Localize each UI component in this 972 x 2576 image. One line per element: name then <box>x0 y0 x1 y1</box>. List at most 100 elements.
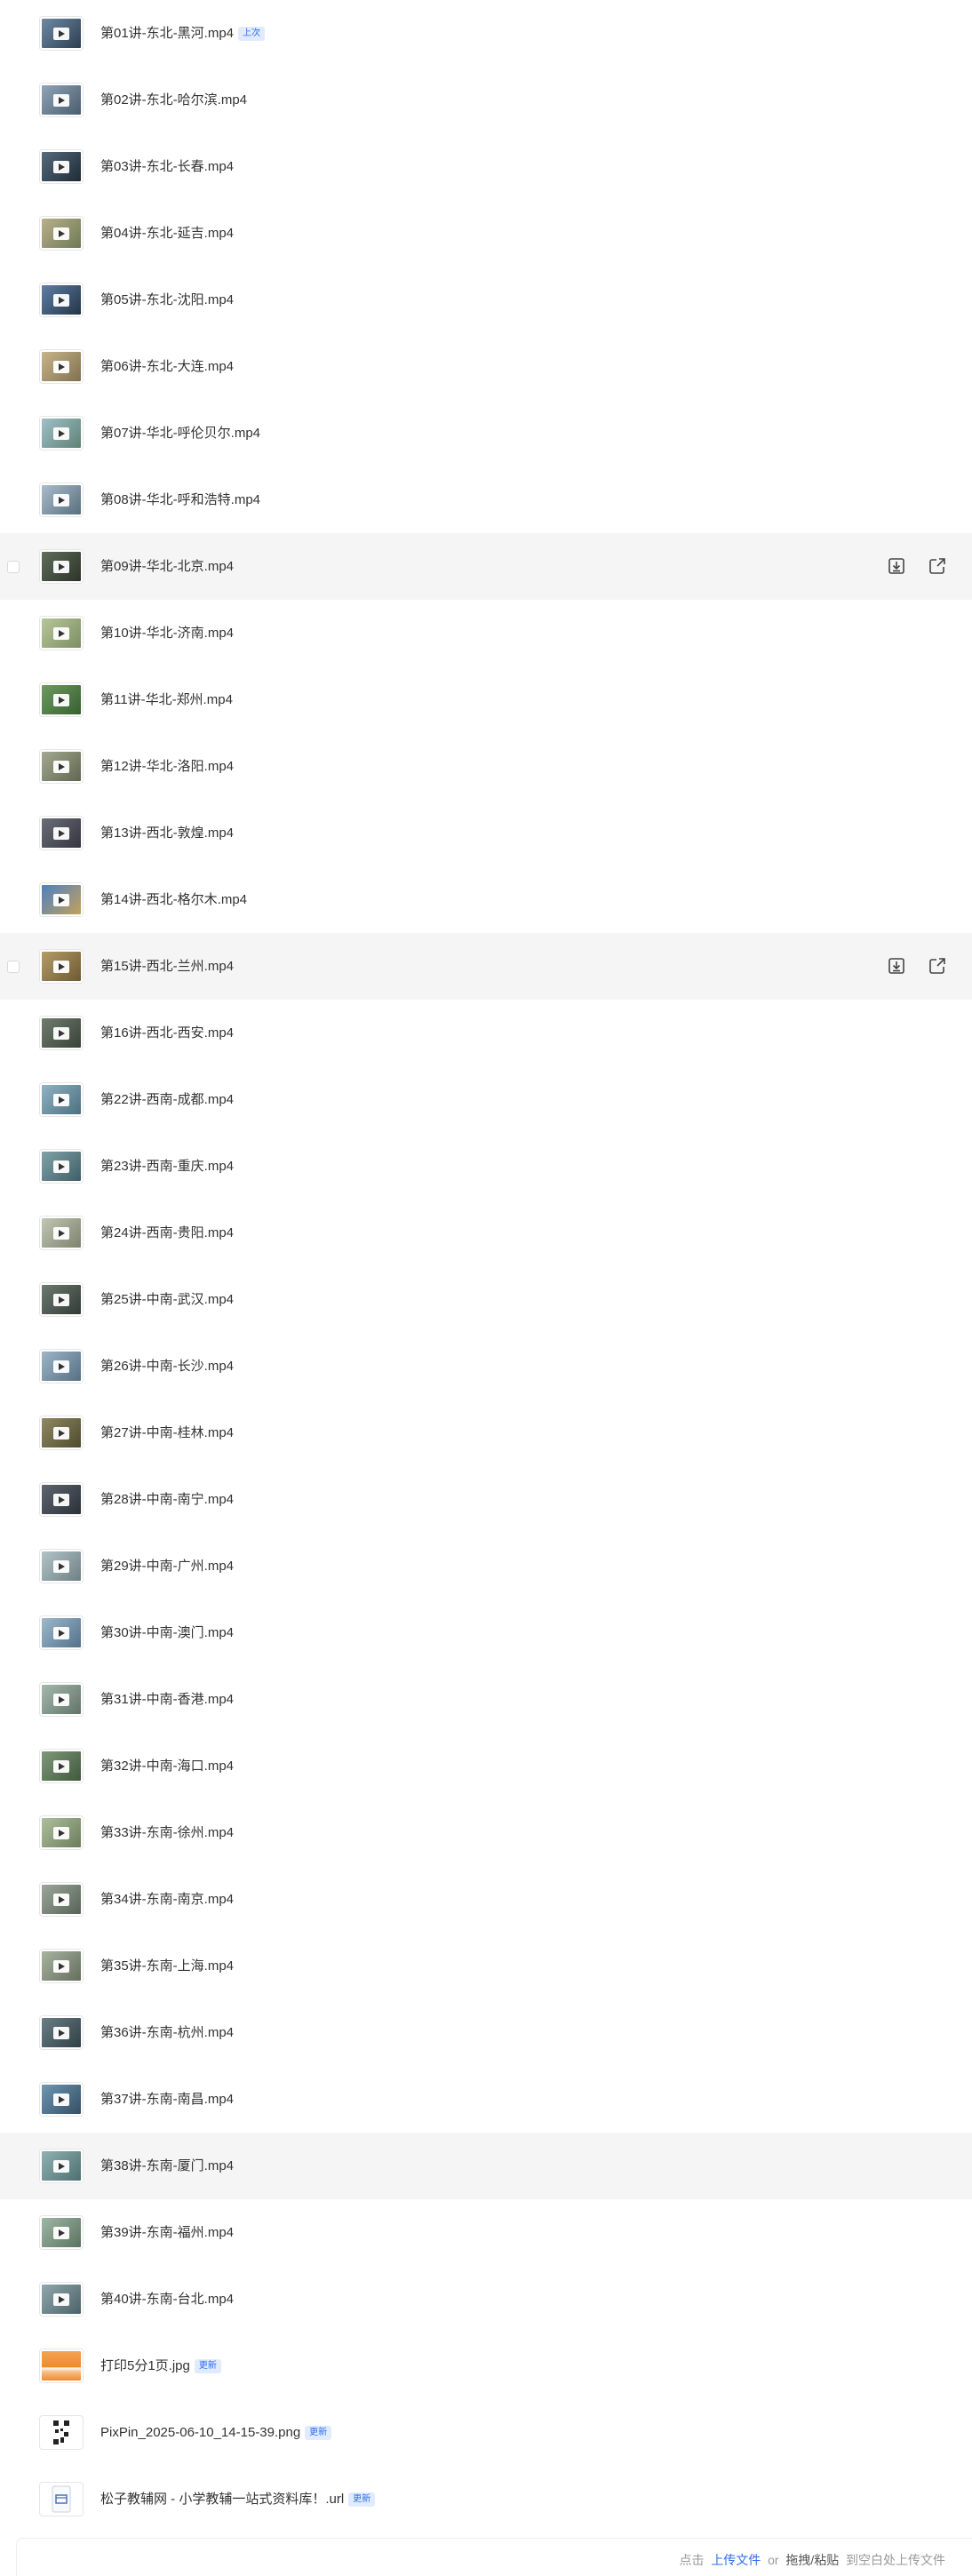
file-row[interactable]: 松子教辅网 - 小学教辅一站式资料库！.url 更新 <box>0 2466 972 2532</box>
file-name-text[interactable]: 第14讲-西北-格尔木.mp4 <box>100 892 247 907</box>
file-row[interactable]: 第15讲-西北-兰州.mp4 <box>0 933 972 1000</box>
file-name[interactable]: 第39讲-东南-福州.mp4 <box>100 2224 234 2241</box>
file-row[interactable]: 第32讲-中南-海口.mp4 <box>0 1733 972 1799</box>
file-name-text[interactable]: 第10讲-华北-济南.mp4 <box>100 626 234 641</box>
file-name[interactable]: 打印5分1页.jpg 更新 <box>100 2357 221 2374</box>
file-row[interactable]: 第10讲-华北-济南.mp4 <box>0 600 972 666</box>
file-row[interactable]: 第22讲-西南-成都.mp4 <box>0 1066 972 1133</box>
file-name[interactable]: 第02讲-东北-哈尔滨.mp4 <box>100 92 247 108</box>
file-name[interactable]: 第35讲-东南-上海.mp4 <box>100 1958 234 1974</box>
file-name-text[interactable]: 第36讲-东南-杭州.mp4 <box>100 2025 234 2040</box>
file-name[interactable]: 第31讲-中南-香港.mp4 <box>100 1691 234 1708</box>
file-row[interactable]: 第25讲-中南-武汉.mp4 <box>0 1266 972 1333</box>
file-name-text[interactable]: 第27讲-中南-桂林.mp4 <box>100 1425 234 1440</box>
file-row[interactable]: 第37讲-东南-南昌.mp4 <box>0 2066 972 2133</box>
file-row[interactable]: 第11讲-华北-郑州.mp4 <box>0 666 972 733</box>
row-checkbox[interactable] <box>7 961 20 973</box>
file-row[interactable]: 第03讲-东北-长春.mp4 <box>0 133 972 200</box>
file-name-text[interactable]: 第32讲-中南-海口.mp4 <box>100 1759 234 1774</box>
file-name-text[interactable]: 第07讲-华北-呼伦贝尔.mp4 <box>100 426 260 441</box>
file-name-text[interactable]: 第03讲-东北-长春.mp4 <box>100 159 234 174</box>
file-name[interactable]: 松子教辅网 - 小学教辅一站式资料库！.url 更新 <box>100 2491 376 2508</box>
share-icon[interactable] <box>928 556 947 576</box>
file-name[interactable]: 第26讲-中南-长沙.mp4 <box>100 1358 234 1375</box>
file-row[interactable]: 第39讲-东南-福州.mp4 <box>0 2199 972 2266</box>
share-icon[interactable] <box>928 956 947 976</box>
row-checkbox[interactable] <box>7 561 20 573</box>
file-name[interactable]: 第32讲-中南-海口.mp4 <box>100 1758 234 1774</box>
file-name-text[interactable]: 第35讲-东南-上海.mp4 <box>100 1958 234 1974</box>
file-name-text[interactable]: 第37讲-东南-南昌.mp4 <box>100 2092 234 2107</box>
file-name[interactable]: PixPin_2025-06-10_14-15-39.png 更新 <box>100 2424 332 2441</box>
file-name[interactable]: 第24讲-西南-贵阳.mp4 <box>100 1224 234 1241</box>
file-name[interactable]: 第27讲-中南-桂林.mp4 <box>100 1424 234 1441</box>
file-name-text[interactable]: 第25讲-中南-武汉.mp4 <box>100 1292 234 1307</box>
file-name-text[interactable]: 第04讲-东北-延吉.mp4 <box>100 226 234 241</box>
file-name[interactable]: 第30讲-中南-澳门.mp4 <box>100 1624 234 1641</box>
file-name-text[interactable]: PixPin_2025-06-10_14-15-39.png <box>100 2425 300 2440</box>
file-row[interactable]: 第07讲-华北-呼伦贝尔.mp4 <box>0 400 972 467</box>
file-name-text[interactable]: 第01讲-东北-黑河.mp4 <box>100 26 234 41</box>
file-row[interactable]: 第24讲-西南-贵阳.mp4 <box>0 1200 972 1266</box>
file-row[interactable]: 第40讲-东南-台北.mp4 <box>0 2266 972 2333</box>
file-name[interactable]: 第25讲-中南-武汉.mp4 <box>100 1291 234 1308</box>
file-name-text[interactable]: 第12讲-华北-洛阳.mp4 <box>100 759 234 774</box>
file-name[interactable]: 第11讲-华北-郑州.mp4 <box>100 691 233 708</box>
file-name[interactable]: 第03讲-东北-长春.mp4 <box>100 158 234 175</box>
upload-file-link[interactable]: 上传文件 <box>711 2553 761 2567</box>
file-name-text[interactable]: 第11讲-华北-郑州.mp4 <box>100 692 233 707</box>
file-name-text[interactable]: 第26讲-中南-长沙.mp4 <box>100 1359 234 1374</box>
file-name[interactable]: 第36讲-东南-杭州.mp4 <box>100 2024 234 2041</box>
file-name-text[interactable]: 第23讲-西南-重庆.mp4 <box>100 1159 234 1174</box>
file-name-text[interactable]: 第08讲-华北-呼和浩特.mp4 <box>100 492 260 507</box>
upload-bar[interactable]: 点击 上传文件 or 拖拽/粘贴 到空白处上传文件 <box>16 2538 972 2576</box>
file-row[interactable]: 第05讲-东北-沈阳.mp4 <box>0 267 972 333</box>
file-name-text[interactable]: 第33讲-东南-徐州.mp4 <box>100 1825 234 1840</box>
file-name-text[interactable]: 第15讲-西北-兰州.mp4 <box>100 959 234 974</box>
file-row[interactable]: 第13讲-西北-敦煌.mp4 <box>0 800 972 866</box>
file-name[interactable]: 第12讲-华北-洛阳.mp4 <box>100 758 234 775</box>
file-name[interactable]: 第01讲-东北-黑河.mp4 上次 <box>100 25 266 42</box>
file-row[interactable]: 第09讲-华北-北京.mp4 <box>0 533 972 600</box>
file-name[interactable]: 第07讲-华北-呼伦贝尔.mp4 <box>100 425 260 442</box>
file-row[interactable]: 第01讲-东北-黑河.mp4 上次 <box>0 0 972 67</box>
file-row[interactable]: 第35讲-东南-上海.mp4 <box>0 1933 972 1999</box>
file-row[interactable]: 第08讲-华北-呼和浩特.mp4 <box>0 467 972 533</box>
file-name-text[interactable]: 第31讲-中南-香港.mp4 <box>100 1692 234 1707</box>
file-name[interactable]: 第08讲-华北-呼和浩特.mp4 <box>100 491 260 508</box>
file-name[interactable]: 第05讲-东北-沈阳.mp4 <box>100 291 234 308</box>
file-row[interactable]: 第34讲-东南-南京.mp4 <box>0 1866 972 1933</box>
file-name-text[interactable]: 第24讲-西南-贵阳.mp4 <box>100 1225 234 1240</box>
file-name-text[interactable]: 第16讲-西北-西安.mp4 <box>100 1025 234 1041</box>
file-row[interactable]: 第28讲-中南-南宁.mp4 <box>0 1466 972 1533</box>
file-name-text[interactable]: 第39讲-东南-福州.mp4 <box>100 2225 234 2240</box>
file-row[interactable]: 第38讲-东南-厦门.mp4 <box>0 2133 972 2199</box>
file-name[interactable]: 第09讲-华北-北京.mp4 <box>100 558 234 575</box>
file-row[interactable]: 第27讲-中南-桂林.mp4 <box>0 1400 972 1466</box>
file-name[interactable]: 第14讲-西北-格尔木.mp4 <box>100 891 247 908</box>
file-row[interactable]: 第36讲-东南-杭州.mp4 <box>0 1999 972 2066</box>
file-name[interactable]: 第04讲-东北-延吉.mp4 <box>100 225 234 242</box>
file-name-text[interactable]: 第22讲-西南-成都.mp4 <box>100 1092 234 1107</box>
file-row[interactable]: 打印5分1页.jpg 更新 <box>0 2333 972 2399</box>
file-name[interactable]: 第10讲-华北-济南.mp4 <box>100 625 234 642</box>
file-name[interactable]: 第29讲-中南-广州.mp4 <box>100 1558 234 1575</box>
file-row[interactable]: 第16讲-西北-西安.mp4 <box>0 1000 972 1066</box>
file-name-text[interactable]: 第05讲-东北-沈阳.mp4 <box>100 292 234 307</box>
download-icon[interactable] <box>887 556 906 576</box>
file-row[interactable]: PixPin_2025-06-10_14-15-39.png 更新 <box>0 2399 972 2466</box>
file-name[interactable]: 第13讲-西北-敦煌.mp4 <box>100 825 234 841</box>
file-name-text[interactable]: 第34讲-东南-南京.mp4 <box>100 1892 234 1907</box>
file-name-text[interactable]: 第28讲-中南-南宁.mp4 <box>100 1492 234 1507</box>
file-name[interactable]: 第33讲-东南-徐州.mp4 <box>100 1824 234 1841</box>
download-icon[interactable] <box>887 956 906 976</box>
file-name-text[interactable]: 打印5分1页.jpg <box>100 2358 190 2373</box>
file-name-text[interactable]: 第06讲-东北-大连.mp4 <box>100 359 234 374</box>
file-row[interactable]: 第02讲-东北-哈尔滨.mp4 <box>0 67 972 133</box>
file-name-text[interactable]: 第09讲-华北-北京.mp4 <box>100 559 234 574</box>
file-row[interactable]: 第29讲-中南-广州.mp4 <box>0 1533 972 1599</box>
file-name-text[interactable]: 第29讲-中南-广州.mp4 <box>100 1559 234 1574</box>
file-name[interactable]: 第37讲-东南-南昌.mp4 <box>100 2091 234 2108</box>
file-name-text[interactable]: 第02讲-东北-哈尔滨.mp4 <box>100 92 247 108</box>
file-name-text[interactable]: 第13讲-西北-敦煌.mp4 <box>100 825 234 841</box>
